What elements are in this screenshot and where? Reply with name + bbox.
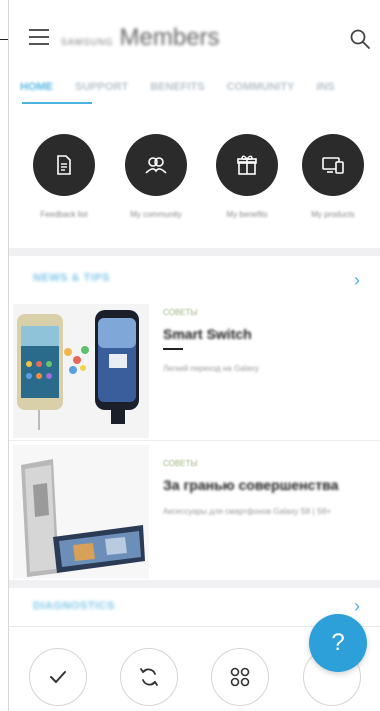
card-description: Легкий переход на Galaxy bbox=[163, 364, 259, 373]
quick-actions: Feedback list My community My benefits M… bbox=[9, 134, 380, 244]
text-cursor bbox=[163, 348, 183, 350]
tab-support[interactable]: SUPPORT bbox=[64, 76, 139, 110]
diagnostics-title: DIAGNOSTICS bbox=[33, 600, 115, 612]
card-meta: СОВЕТЫ Smart Switch Легкий переход на Ga… bbox=[163, 308, 343, 376]
document-icon bbox=[33, 134, 95, 196]
section-divider bbox=[9, 248, 380, 256]
gift-icon bbox=[216, 134, 278, 196]
news-tips-title: NEWS & TIPS bbox=[33, 272, 111, 284]
search-icon[interactable] bbox=[349, 28, 371, 50]
app-title: SAMSUNG Members bbox=[61, 24, 220, 54]
app-bar: SAMSUNG Members bbox=[9, 0, 380, 78]
hamburger-icon[interactable] bbox=[29, 29, 49, 47]
smart-switch-image bbox=[13, 304, 149, 438]
help-fab[interactable]: ? bbox=[309, 614, 367, 672]
news-tips-header[interactable]: NEWS & TIPS › bbox=[9, 258, 380, 302]
quick-action-feedback[interactable]: Feedback list bbox=[24, 134, 104, 219]
quick-action-label: Feedback list bbox=[40, 210, 88, 219]
news-card-smart-switch[interactable]: СОВЕТЫ Smart Switch Легкий переход на Ga… bbox=[9, 302, 380, 438]
tab-more[interactable]: INS bbox=[305, 76, 345, 110]
quick-action-products[interactable]: My products bbox=[293, 134, 373, 219]
tab-bar: HOME SUPPORT BENEFITS COMMUNITY INS bbox=[9, 76, 380, 110]
apps-icon[interactable] bbox=[211, 648, 269, 706]
brand-samsung: SAMSUNG bbox=[61, 37, 114, 47]
quick-action-label: My benefits bbox=[226, 210, 268, 219]
card-title: За гранью совершенства bbox=[163, 477, 339, 493]
tab-active-indicator bbox=[22, 102, 92, 104]
chevron-right-icon[interactable]: › bbox=[354, 270, 360, 291]
card-description: Аксессуары для смартфонов Galaxy S8 | S8… bbox=[163, 507, 332, 516]
card-divider bbox=[9, 440, 380, 441]
refresh-icon[interactable] bbox=[120, 648, 178, 706]
card-tag: СОВЕТЫ bbox=[163, 308, 198, 317]
quick-action-community[interactable]: My community bbox=[116, 134, 196, 219]
card-meta: СОВЕТЫ За гранью совершенства Аксессуары… bbox=[163, 459, 343, 519]
card-title: Smart Switch bbox=[163, 326, 252, 342]
chevron-right-icon[interactable]: › bbox=[354, 596, 360, 617]
news-card-accessories[interactable]: СОВЕТЫ За гранью совершенства Аксессуары… bbox=[9, 443, 380, 579]
tab-benefits[interactable]: BENEFITS bbox=[139, 76, 215, 110]
card-tag: СОВЕТЫ bbox=[163, 459, 198, 468]
brand-members: Members bbox=[119, 24, 220, 51]
section-divider bbox=[9, 580, 380, 588]
devices-icon bbox=[302, 134, 364, 196]
people-icon bbox=[125, 134, 187, 196]
tab-community[interactable]: COMMUNITY bbox=[216, 76, 306, 110]
quick-action-label: My products bbox=[311, 210, 355, 219]
quick-action-benefits[interactable]: My benefits bbox=[207, 134, 287, 219]
accessories-image bbox=[13, 445, 149, 579]
quick-action-label: My community bbox=[130, 210, 182, 219]
app-screen: SAMSUNG Members HOME SUPPORT BENEFITS CO… bbox=[9, 0, 380, 711]
tab-home[interactable]: HOME bbox=[9, 76, 64, 110]
check-icon[interactable] bbox=[29, 648, 87, 706]
